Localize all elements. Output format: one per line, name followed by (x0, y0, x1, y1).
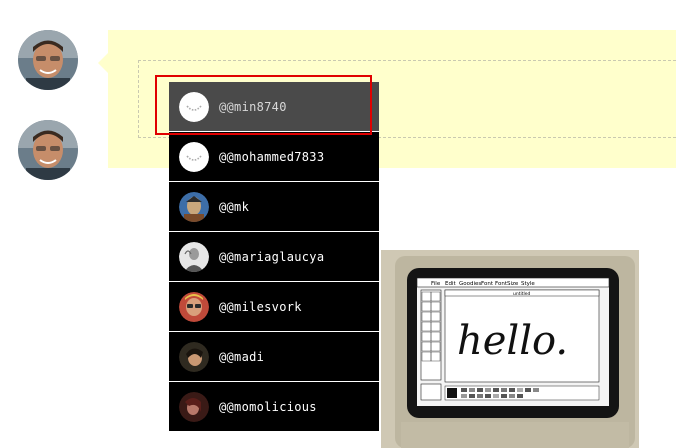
user-photo-avatar (179, 341, 209, 372)
mention-label: @@mariaglaucya (219, 249, 325, 264)
mention-item-mk[interactable]: @@mk (169, 182, 379, 232)
attached-photo: File Edit Goodies Font FontSize Style un… (381, 250, 639, 448)
menu-bar-fontsize: FontSize (495, 281, 519, 287)
user-avatar (18, 30, 78, 90)
user-photo-avatar (179, 241, 209, 272)
user-photo-avatar (179, 191, 209, 222)
mention-item-momolicious[interactable]: @@momolicious (169, 382, 379, 432)
menu-bar-file: File (431, 281, 441, 287)
mention-dropdown: @@min8740 @@mohammed7833 @@mk @@mariagla… (169, 82, 379, 432)
mention-label: @@momolicious (219, 399, 317, 414)
placeholder-avatar-icon (179, 141, 209, 172)
menu-bar-font: Font (481, 281, 494, 287)
menu-bar-style: Style (521, 281, 535, 287)
mention-label: @@madi (219, 349, 265, 364)
compose-bubble-tail (98, 53, 108, 73)
user-photo-avatar (179, 391, 209, 422)
mention-label: @@milesvork (219, 299, 302, 314)
mention-label: @@min8740 (219, 99, 287, 114)
mention-item-mariaglaucya[interactable]: @@mariaglaucya (169, 232, 379, 282)
mention-label: @@mk (219, 199, 250, 214)
mention-item-milesvork[interactable]: @@milesvork (169, 282, 379, 332)
user-avatar (18, 120, 78, 180)
menu-bar-goodies: Goodies (459, 281, 481, 287)
mention-item-madi[interactable]: @@madi (169, 332, 379, 382)
menu-bar-edit: Edit (445, 281, 456, 287)
mention-item-mohammed7833[interactable]: @@mohammed7833 (169, 132, 379, 182)
user-photo-avatar (179, 291, 209, 322)
window-title: untitled (513, 291, 531, 297)
hello-text: hello. (457, 318, 568, 364)
mention-label: @@mohammed7833 (219, 149, 325, 164)
placeholder-avatar-icon (179, 91, 209, 122)
mention-item-min8740[interactable]: @@min8740 (169, 82, 379, 132)
